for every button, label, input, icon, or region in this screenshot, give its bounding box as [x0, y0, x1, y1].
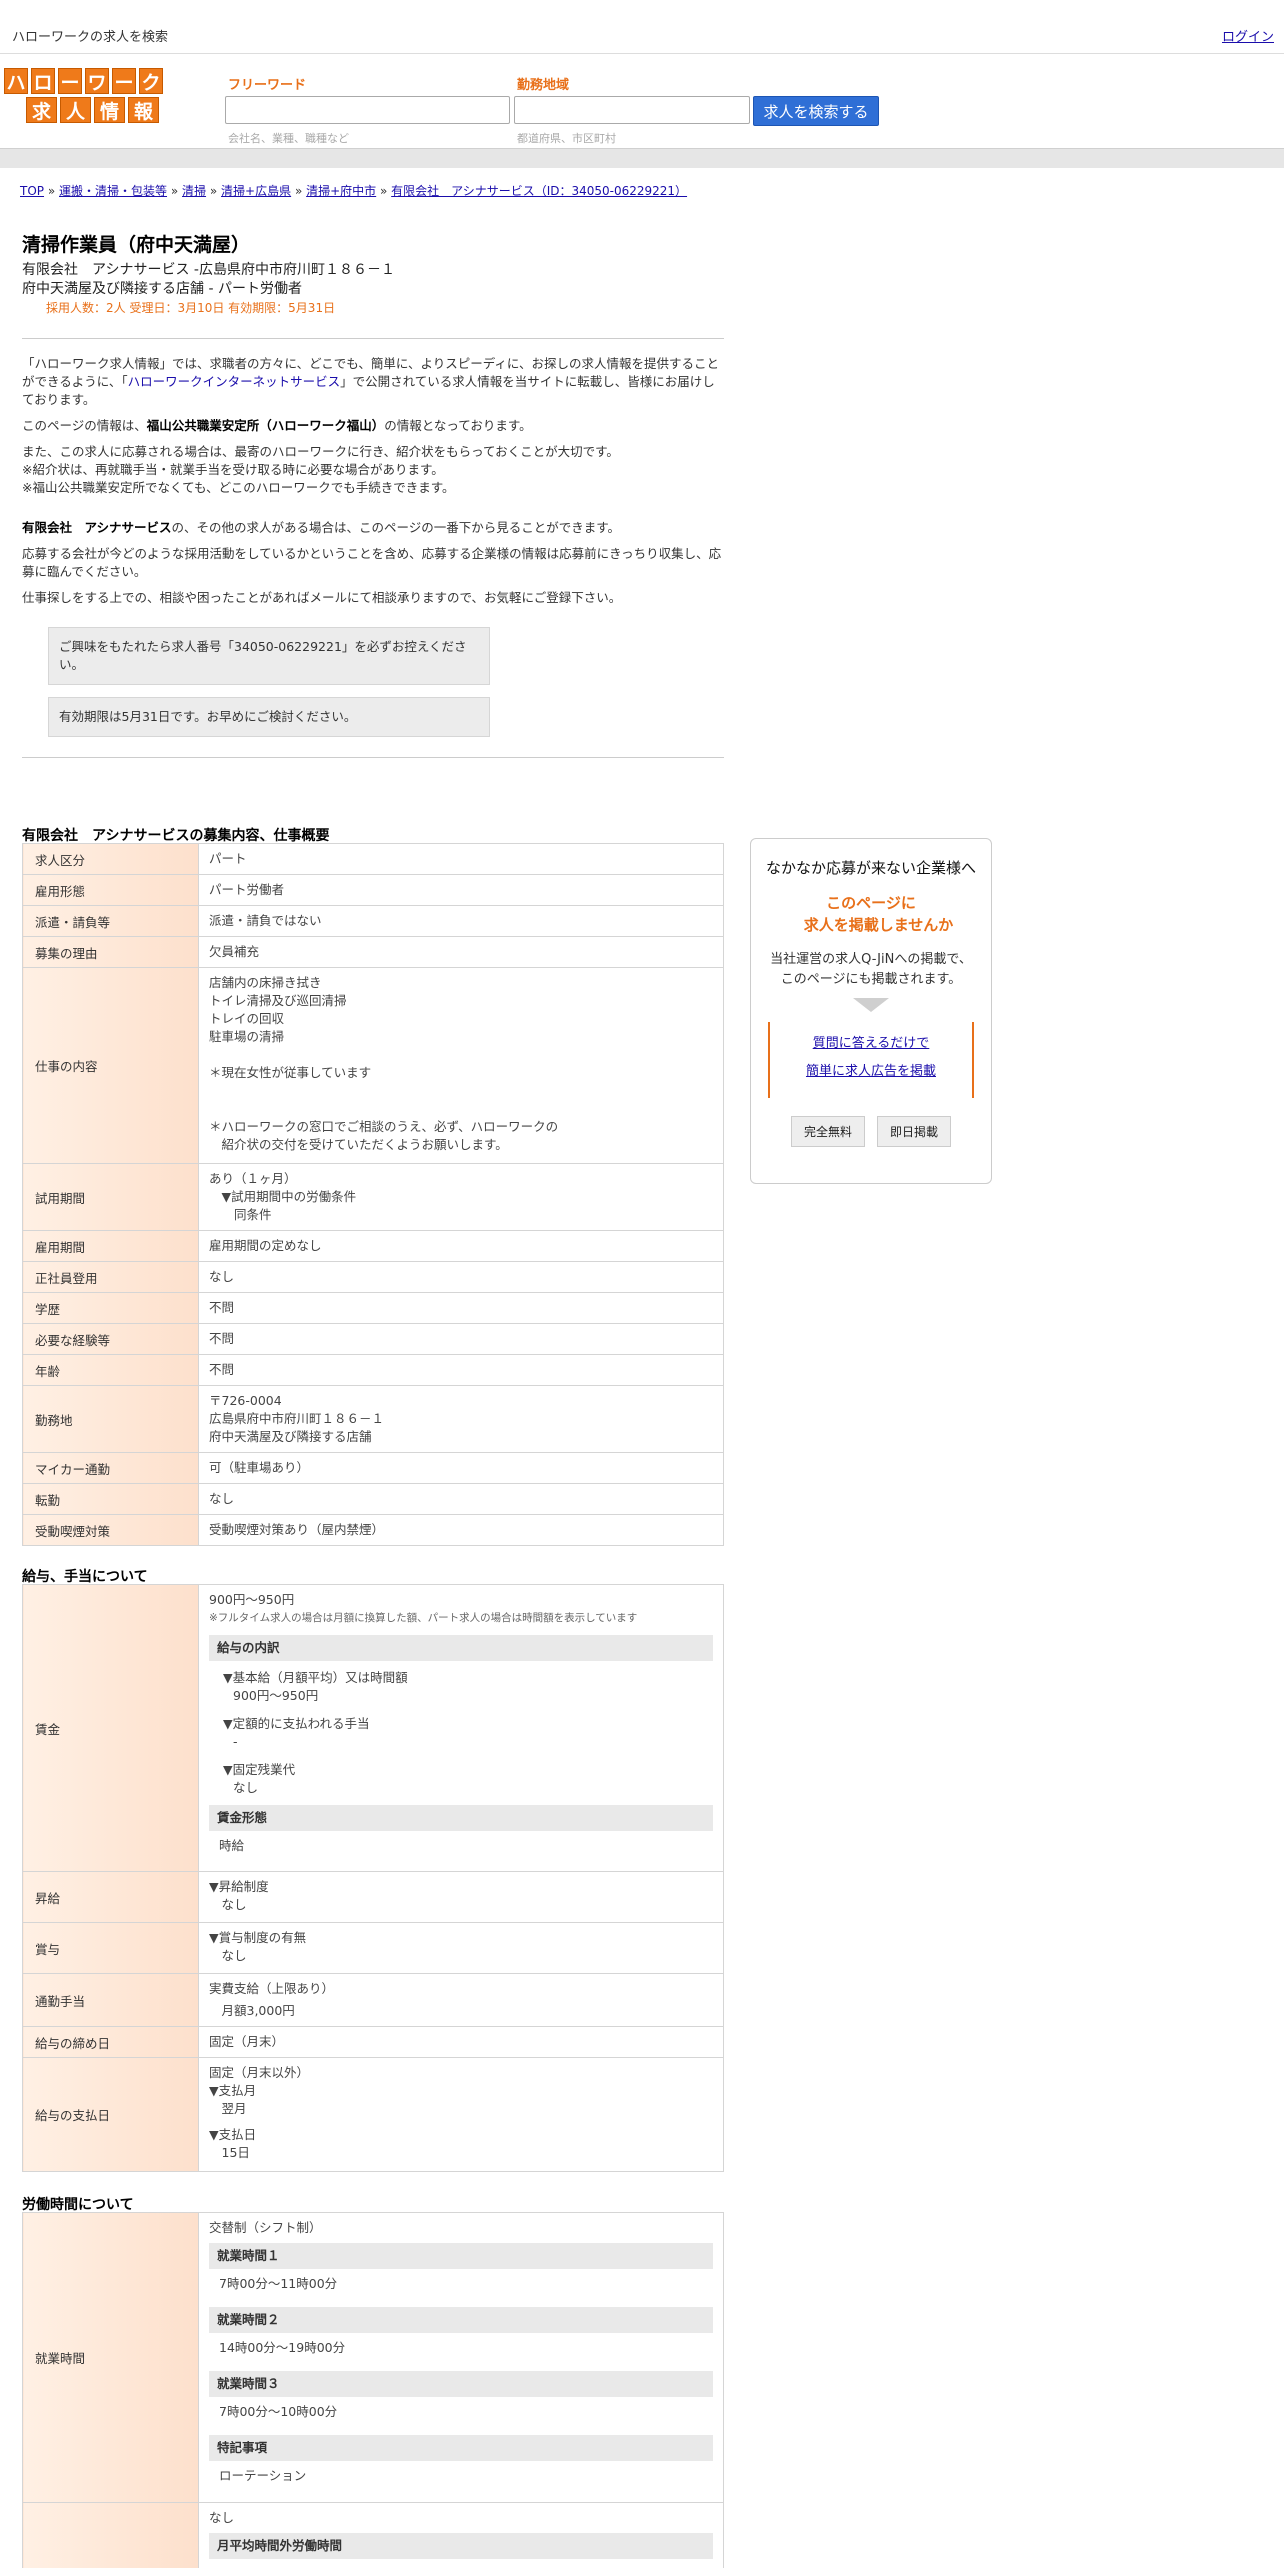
table-row: 仕事の内容 店舗内の床掃き拭き トイレ清掃及び巡回清掃 トレイの回収 駐車場の清掃 ＊現…: [22, 967, 724, 1164]
logo-char: 求: [26, 97, 57, 123]
salary-table: 賃金 900円〜950円 ※フルタイム求人の場合は月額に換算した額、パート求人の…: [22, 1584, 724, 2172]
workplace-line: 府中天満屋及び隣接する店舗 - パート労働者: [22, 281, 302, 297]
breadcrumb-category[interactable]: 運搬・清掃・包装等: [59, 184, 167, 198]
logo-char: 人: [60, 97, 91, 123]
ad-link-post[interactable]: 簡単に求人広告を掲載: [770, 1058, 972, 1086]
table-row: 年齢 不問: [22, 1354, 724, 1386]
ad-catchphrase: このページに 求人を掲載しませんか: [788, 894, 954, 934]
logo-row-1: ハ ロ ー ワ ー ク: [4, 68, 182, 94]
badge-free: 完全無料: [790, 1116, 865, 1147]
expiry-notice: 有効期限は5月31日です。お早めにご検討ください。: [48, 697, 490, 737]
table-row: 雇用形態 パート労働者: [22, 874, 724, 906]
table-row: 就業時間 交替制（シフト制） 就業時間１ 7時00分〜11時00分 就業時間２ …: [22, 2212, 724, 2503]
breadcrumb-top[interactable]: TOP: [20, 184, 44, 198]
header: ハ ロ ー ワ ー ク 求 人 情 報 フリーワード 会社名、業種、職種など 勤…: [0, 54, 1284, 148]
search-button[interactable]: 求人を検索する: [753, 96, 879, 126]
referral-paragraph: また、この求人に応募される場合は、最寄のハローワークに行き、紹介状をもらっておく…: [22, 444, 619, 495]
ad-description: 当社運営の求人Q-JiNへの掲載で、 このページにも掲載されます。: [770, 952, 972, 987]
logo-char: ロ: [31, 68, 55, 94]
divider: [22, 338, 724, 339]
site-title: ハローワークの求人を検索: [12, 30, 169, 45]
breadcrumb-sep: »: [380, 184, 388, 198]
table-row: 賞与 ▼賞与制度の有無 なし: [22, 1922, 724, 1974]
table-row: 試用期間 あり（１ヶ月） ▼試用期間中の労働条件 同条件: [22, 1163, 724, 1231]
salary-section-title: 給与、手当について: [22, 1569, 148, 1585]
hours-table: 就業時間 交替制（シフト制） 就業時間１ 7時00分〜11時00分 就業時間２ …: [22, 2212, 724, 2568]
divider: [22, 757, 724, 758]
breadcrumb-occupation[interactable]: 清掃: [182, 184, 206, 198]
table-row: マイカー通勤 可（駐車場あり）: [22, 1452, 724, 1484]
table-row: 必要な経験等 不問: [22, 1323, 724, 1355]
logo-char: ー: [112, 68, 136, 94]
table-row: 雇用期間 雇用期間の定めなし: [22, 1230, 724, 1262]
badge-same-day: 即日掲載: [877, 1116, 952, 1147]
table-row: 昇給 ▼昇給制度 なし: [22, 1871, 724, 1923]
breadcrumb-sep: »: [209, 184, 218, 198]
table-row: 賃金 900円〜950円 ※フルタイム求人の場合は月額に換算した額、パート求人の…: [22, 1584, 724, 1872]
breadcrumb-prefecture[interactable]: 清掃+広島県: [221, 184, 291, 198]
consult-paragraph: 仕事探しをする上での、相談や困ったことがあればメールにて相談承りますので、お気軽…: [22, 590, 622, 605]
area-label: 勤務地域: [517, 78, 570, 93]
job-number-notice: ご興味をもたれたら求人番号「34050-06229221」を必ずお控えください。: [48, 627, 490, 685]
area-input[interactable]: [514, 96, 750, 124]
ad-badges: 完全無料 即日掲載: [751, 1116, 991, 1147]
ad-links: 質問に答えるだけで 簡単に求人広告を掲載: [768, 1022, 974, 1098]
header-band: [0, 148, 1284, 168]
breadcrumb-city[interactable]: 清掃+府中市: [306, 184, 376, 198]
intro-paragraph: 「ハローワーク求人情報」では、求職者の方々に、どこでも、簡単に、よりスピーディに…: [22, 356, 720, 407]
job-title: 清掃作業員（府中天満屋）: [22, 234, 251, 256]
job-intro: 清掃作業員（府中天満屋） 有限会社 アシナサービス -広島県府中市府川町１８６－…: [22, 230, 724, 774]
ad-title: なかなか応募が来ない企業様へ: [765, 859, 976, 877]
logo-row-2: 求 人 情 報: [4, 97, 182, 123]
table-row: 派遣・請負等 派遣・請負ではない: [22, 905, 724, 937]
ad-link-questions[interactable]: 質問に答えるだけで: [770, 1030, 972, 1058]
breadcrumb-sep: »: [294, 184, 303, 198]
table-row: 給与の締め日 固定（月末）: [22, 2026, 724, 2058]
breadcrumb-sep: »: [47, 184, 56, 198]
login-link[interactable]: ログイン: [1222, 26, 1274, 45]
table-row: 正社員登用 なし: [22, 1261, 724, 1293]
logo-char: 報: [128, 97, 159, 123]
advice-paragraph: 応募する会社が今どのような採用活動をしているかということを含め、応募する企業様の…: [22, 546, 722, 579]
table-row: 通勤手当 実費支給（上限あり） 月額3,000円: [22, 1973, 724, 2027]
recruiter-ad-box: なかなか応募が来ない企業様へ このページに 求人を掲載しませんか 当社運営の求人…: [750, 838, 992, 1184]
keyword-label: フリーワード: [228, 78, 307, 93]
summary-section-title: 有限会社 アシナサービスの募集内容、仕事概要: [22, 828, 330, 844]
breadcrumb: TOP » 運搬・清掃・包装等 » 清掃 » 清掃+広島県 » 清掃+府中市 »…: [20, 182, 687, 199]
table-row: 受動喫煙対策 受動喫煙対策あり（屋内禁煙）: [22, 1514, 724, 1546]
arrow-down-icon: [853, 998, 889, 1012]
table-row: 給与の支払日 固定（月末以外） ▼支払月 翌月 ▼支払日 15日: [22, 2057, 724, 2172]
keyword-hint: 会社名、業種、職種など: [228, 132, 349, 145]
logo-char: 情: [94, 97, 125, 123]
table-row: 学歴 不問: [22, 1292, 724, 1324]
job-meta: 採用人数：2人 受理日：3月10日 有効期限：5月31日: [46, 301, 336, 315]
keyword-input[interactable]: [225, 96, 510, 124]
hours-section-title: 労働時間について: [22, 2197, 134, 2213]
breadcrumb-company[interactable]: 有限会社 アシナサービス（ID：34050-06229221）: [391, 184, 687, 198]
logo-char: ク: [139, 68, 163, 94]
summary-table: 求人区分 パート 雇用形態 パート労働者 派遣・請負等 派遣・請負ではない 募集の理由…: [22, 843, 724, 1546]
logo-char: ー: [58, 68, 82, 94]
table-row: 求人区分 パート: [22, 843, 724, 875]
source-paragraph: このページの情報は、福山公共職業安定所（ハローワーク福山）の情報となっております…: [22, 418, 532, 433]
table-row: 転勤 なし: [22, 1483, 724, 1515]
table-row: 勤務地 〒726-0004 広島県府中市府川町１８６－１ 府中天満屋及び隣接する店舗: [22, 1385, 724, 1453]
logo-char: ハ: [4, 68, 28, 94]
area-hint: 都道府県、市区町村: [517, 132, 616, 145]
top-bar: ハローワークの求人を検索 ログイン: [0, 0, 1284, 54]
breadcrumb-sep: »: [170, 184, 179, 198]
site-logo[interactable]: ハ ロ ー ワ ー ク 求 人 情 報: [4, 68, 182, 124]
hellowork-internet-link[interactable]: ハローワークインターネットサービス: [128, 374, 341, 389]
logo-char: ワ: [85, 68, 109, 94]
table-row: なし 月平均時間外労働時間: [22, 2502, 724, 2568]
other-jobs-paragraph: 有限会社 アシナサービスの、その他の求人がある場合は、このページの一番下から見る…: [22, 520, 621, 535]
company-line: 有限会社 アシナサービス -広島県府中市府川町１８６－１: [22, 262, 395, 278]
table-row: 募集の理由 欠員補充: [22, 936, 724, 968]
